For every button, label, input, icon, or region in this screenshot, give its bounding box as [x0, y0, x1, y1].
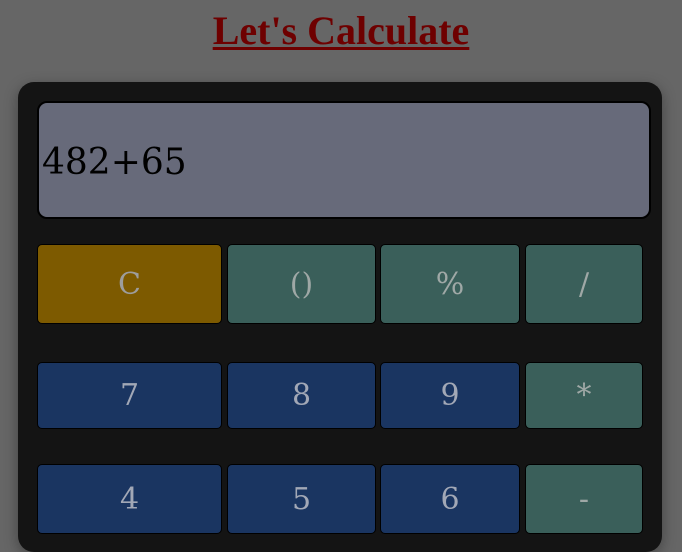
digit-5-label: 5 [291, 481, 312, 517]
digit-4-label: 4 [119, 481, 140, 517]
multiply-button[interactable]: * [525, 362, 643, 429]
digit-9-button[interactable]: 9 [380, 362, 520, 429]
digit-4-button[interactable]: 4 [37, 464, 222, 534]
clear-button[interactable]: C [37, 244, 222, 324]
percent-button[interactable]: % [380, 244, 520, 324]
digit-7-label: 7 [119, 378, 140, 413]
page-title: Let's Calculate [212, 8, 470, 53]
percent-button-label: % [435, 266, 465, 302]
digit-8-button[interactable]: 8 [227, 362, 376, 429]
parentheses-button-label: () [289, 266, 314, 302]
calculator-panel: 482+65 C () % / 7 8 9 * 4 5 6 - [18, 82, 662, 552]
digit-6-button[interactable]: 6 [380, 464, 520, 534]
divide-button[interactable]: / [525, 244, 643, 324]
multiply-button-label: * [576, 378, 592, 413]
digit-6-label: 6 [440, 481, 460, 517]
subtract-button-label: - [578, 481, 590, 517]
digit-7-button[interactable]: 7 [37, 362, 222, 429]
divide-button-label: / [578, 266, 590, 302]
subtract-button[interactable]: - [525, 464, 643, 534]
digit-5-button[interactable]: 5 [227, 464, 376, 534]
display-value: 482+65 [42, 142, 187, 183]
clear-button-label: C [118, 266, 141, 302]
digit-9-label: 9 [440, 378, 460, 413]
calculator-display: 482+65 [37, 101, 651, 219]
parentheses-button[interactable]: () [227, 244, 376, 324]
digit-8-label: 8 [291, 378, 312, 413]
